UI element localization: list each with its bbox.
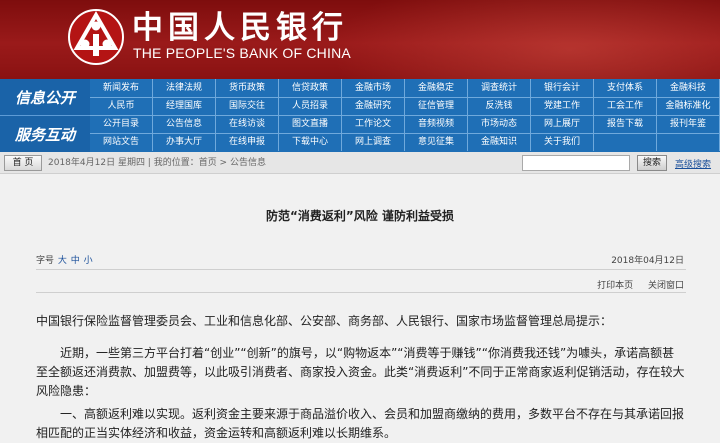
nav-item[interactable]: 公开目录 [90, 115, 153, 133]
nav-item[interactable]: 网上调查 [342, 133, 405, 151]
nav-item[interactable]: 在线访谈 [216, 115, 279, 133]
nav-item[interactable]: 信贷政策 [279, 79, 342, 97]
nav-item[interactable]: 国际交往 [216, 97, 279, 115]
nav-item[interactable]: 反洗钱 [468, 97, 531, 115]
nav-item[interactable]: 金融稳定 [405, 79, 468, 97]
nav-item[interactable]: 金融市场 [342, 79, 405, 97]
nav-item[interactable]: 征信管理 [405, 97, 468, 115]
nav-item[interactable]: 法律法规 [153, 79, 216, 97]
search-button[interactable]: 搜索 [637, 155, 667, 171]
nav-row-divider [90, 133, 720, 134]
font-size-medium[interactable]: 中 [71, 256, 80, 266]
breadcrumb: 2018年4月12日 星期四 | 我的位置：首页 > 公告信息 [48, 158, 266, 168]
nav-item[interactable]: 新闻发布 [90, 79, 153, 97]
nav-item[interactable]: 意见征集 [405, 133, 468, 151]
nav-item[interactable]: 在线申报 [216, 133, 279, 151]
article-paragraph: 一、高额返利难以实现。返利资金主要来源于商品溢价收入、会员和加盟商缴纳的费用，多… [36, 407, 685, 440]
article-title: 防范“消费返利”风险 谨防利益受损 [266, 209, 454, 223]
nav-item[interactable]: 关于我们 [531, 133, 594, 151]
publish-date: 2018年04月12日 [611, 256, 684, 266]
nav-item[interactable]: 公告信息 [153, 115, 216, 133]
main-nav: 信息公开 服务互动 新闻发布 法律法规 货币政策 信贷政策 金融市场 金融稳定 调查统计 银行… [0, 79, 720, 152]
nav-item[interactable]: 党建工作 [531, 97, 594, 115]
nav-item[interactable]: 报刊年鉴 [657, 115, 720, 133]
nav-item[interactable]: 人民币 [90, 97, 153, 115]
nav-item[interactable]: 市场动态 [468, 115, 531, 133]
nav-item[interactable]: 调查统计 [468, 79, 531, 97]
site-title-cn[interactable]: 中国人民银行 [132, 10, 348, 46]
search-input[interactable] [522, 155, 630, 171]
nav-item[interactable]: 经理国库 [153, 97, 216, 115]
divider [36, 269, 686, 270]
print-page-link[interactable]: 打印本页 [597, 281, 633, 291]
article-tools: 打印本页 关闭窗口 [585, 278, 684, 291]
font-size-controls: 字号 大 中 小 [36, 253, 93, 266]
nav-item[interactable]: 金融知识 [468, 133, 531, 151]
nav-item[interactable]: 图文直播 [279, 115, 342, 133]
font-size-large[interactable]: 大 [58, 256, 67, 266]
home-button[interactable]: 首 页 [4, 155, 42, 171]
nav-item[interactable]: 报告下载 [594, 115, 657, 133]
pboc-logo-icon[interactable] [68, 8, 124, 66]
breadcrumb-bar: 首 页 2018年4月12日 星期四 | 我的位置：首页 > 公告信息 搜索 高… [0, 152, 720, 174]
nav-item[interactable]: 网上展厅 [531, 115, 594, 133]
font-size-small[interactable]: 小 [84, 256, 93, 266]
nav-item[interactable]: 人员招录 [279, 97, 342, 115]
nav-item[interactable]: 网站文告 [90, 133, 153, 151]
nav-item[interactable]: 金融科技 [657, 79, 720, 97]
article-paragraph: 中国银行保险监督管理委员会、工业和信息化部、公安部、商务部、人民银行、国家市场监… [36, 314, 613, 328]
advanced-search-link[interactable]: 高级搜索 [675, 157, 711, 170]
nav-item[interactable]: 金融标准化 [657, 97, 720, 115]
nav-item[interactable]: 工作论文 [342, 115, 405, 133]
nav-row-divider [90, 115, 720, 116]
header-banner: 中国人民银行 THE PEOPLE'S BANK OF CHINA [0, 0, 720, 79]
banner-decoration [310, 0, 720, 79]
nav-item[interactable]: 货币政策 [216, 79, 279, 97]
nav-section-service-interaction[interactable]: 服务互动 [0, 115, 90, 152]
nav-row-divider [90, 97, 720, 98]
nav-item[interactable]: 下载中心 [279, 133, 342, 151]
close-window-link[interactable]: 关闭窗口 [648, 281, 684, 291]
nav-item[interactable]: 银行会计 [531, 79, 594, 97]
article-paragraph: 近期，一些第三方平台打着“创业”“创新”的旗号，以“购物返本”“消费等于赚钱”“… [36, 346, 685, 398]
nav-item [657, 133, 720, 151]
nav-item [594, 133, 657, 151]
nav-item[interactable]: 金融研究 [342, 97, 405, 115]
nav-item[interactable]: 音频视频 [405, 115, 468, 133]
nav-item[interactable]: 支付体系 [594, 79, 657, 97]
nav-item[interactable]: 工会工作 [594, 97, 657, 115]
nav-section-info-disclosure[interactable]: 信息公开 [0, 79, 90, 115]
divider [36, 292, 686, 293]
site-title-en: THE PEOPLE'S BANK OF CHINA [133, 45, 351, 61]
nav-item[interactable]: 办事大厅 [153, 133, 216, 151]
nav-grid: 新闻发布 法律法规 货币政策 信贷政策 金融市场 金融稳定 调查统计 银行会计 支付体系 金融科技… [90, 79, 720, 152]
font-size-label: 字号 [36, 256, 55, 266]
